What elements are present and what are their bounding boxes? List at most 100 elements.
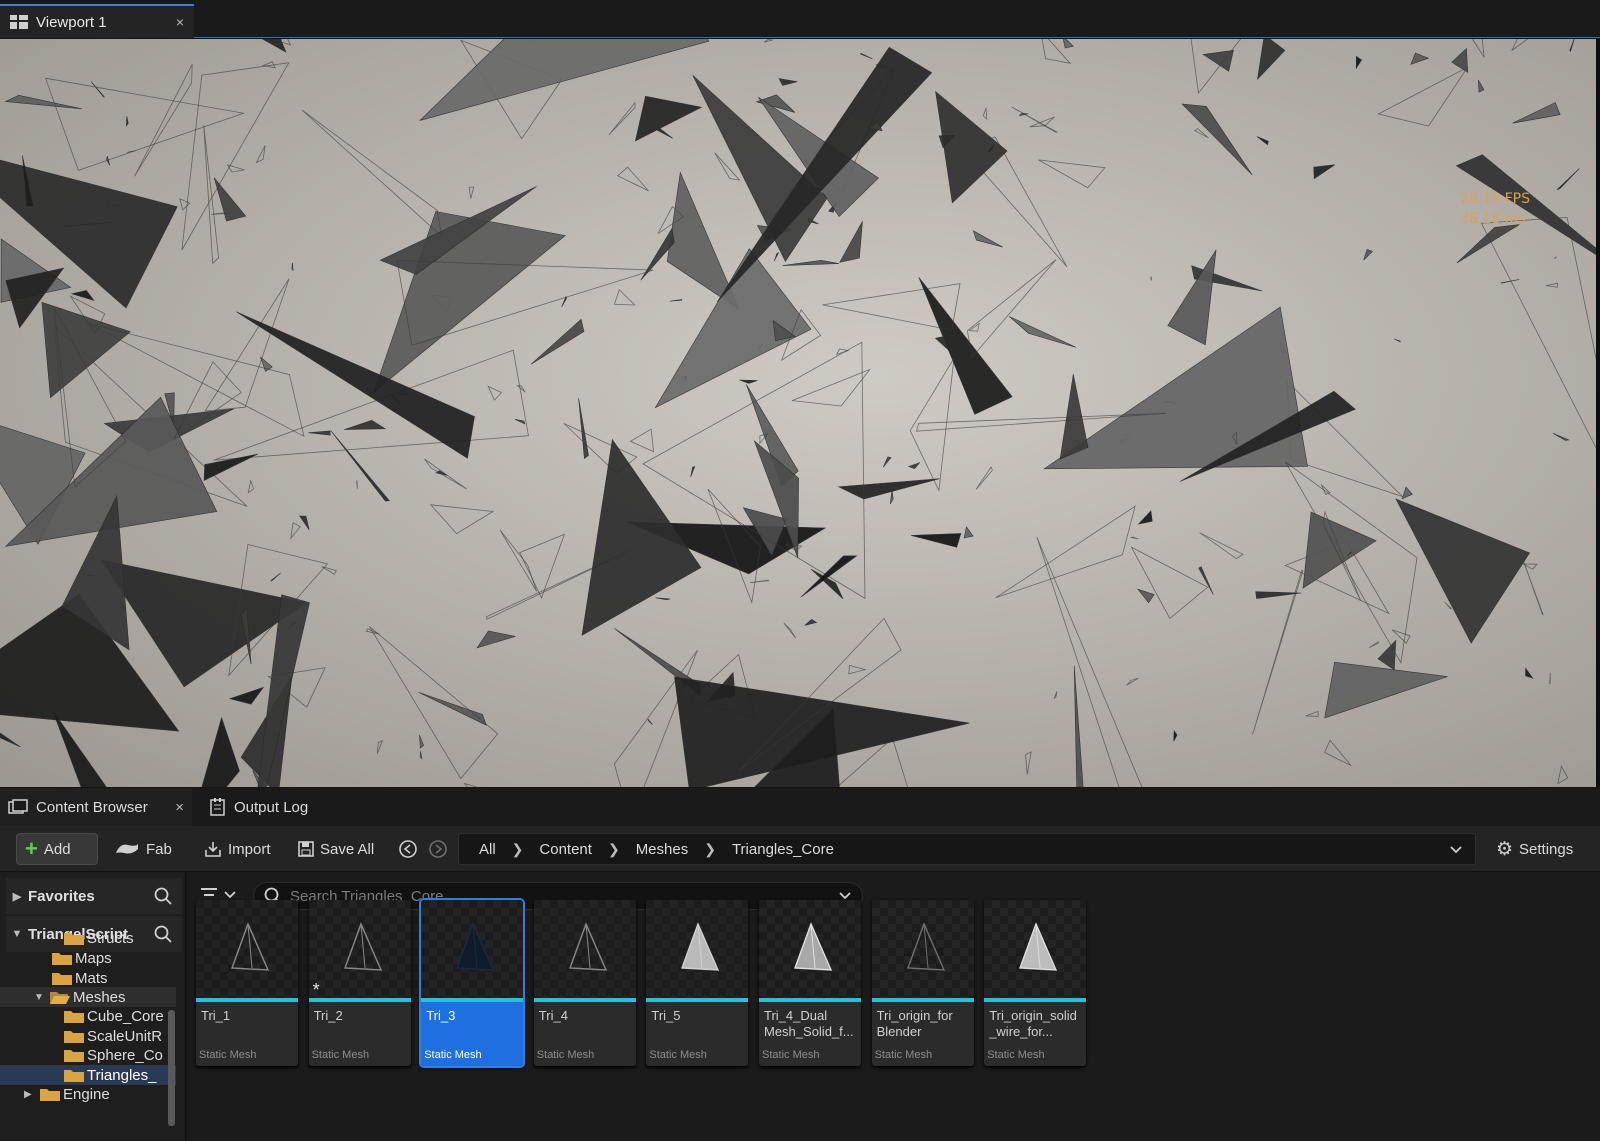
asset-tile[interactable]: Tri_1 Static Mesh: [196, 900, 298, 1066]
import-label: Import: [228, 840, 271, 858]
asset-type: Static Mesh: [649, 1049, 707, 1061]
sidebar-scrollbar[interactable]: [168, 1010, 175, 1126]
import-icon: [205, 842, 221, 857]
folder-icon: [64, 1048, 84, 1062]
tab-output-log[interactable]: Output Log: [202, 788, 332, 826]
tree-item-label: Sphere_Co: [87, 1046, 163, 1064]
chevron-right-icon[interactable]: ▶: [24, 1089, 40, 1100]
asset-type-bar: [646, 998, 749, 1002]
mesh-preview-icon: [231, 922, 270, 971]
tree-item-label: Cube_Core: [87, 1007, 164, 1025]
asset-type-bar: [871, 998, 974, 1002]
tab-content-browser[interactable]: Content Browser ×: [0, 788, 192, 826]
chevron-right-icon[interactable]: ❯: [692, 841, 728, 858]
breadcrumb-content[interactable]: Content: [535, 841, 596, 858]
tree-item-cube-core[interactable]: Cube_Core: [0, 1006, 176, 1026]
asset-tile[interactable]: Tri_origin_solid _wire_for... Static Mes…: [984, 900, 1087, 1066]
folder-icon: [64, 931, 84, 945]
chevron-right-icon[interactable]: ❯: [596, 841, 632, 858]
tree-item-structs[interactable]: Structs: [0, 928, 176, 948]
breadcrumb-meshes[interactable]: Meshes: [632, 841, 693, 858]
asset-name: Tri_5: [651, 1008, 681, 1023]
viewport-icon: [10, 15, 28, 29]
mesh-preview-icon: [568, 922, 607, 971]
folder-open-icon: [50, 990, 70, 1004]
asset-type: Static Mesh: [987, 1049, 1045, 1061]
chevron-right-icon[interactable]: ❯: [500, 841, 536, 858]
import-button[interactable]: Import: [196, 833, 279, 865]
scene-render: [0, 39, 1596, 787]
tree-item-label: Triangles_: [87, 1066, 157, 1084]
folder-icon: [52, 951, 72, 965]
frame-time-readout: 38.18 ms: [1460, 211, 1526, 227]
output-log-icon: [210, 798, 225, 816]
history-forward-button[interactable]: [424, 833, 452, 865]
asset-thumbnail: [533, 900, 636, 998]
asset-type: Static Mesh: [199, 1049, 257, 1061]
asset-type-bar: [421, 998, 524, 1002]
stats-overlay: 26.19 FPS 38.18 ms: [1460, 189, 1530, 229]
folder-icon: [64, 1009, 84, 1023]
content-browser-toolbar: + Add Fab Import Save All All ❯ Content …: [0, 826, 1600, 872]
asset-tile[interactable]: Tri_4 Static Mesh: [533, 900, 636, 1066]
asset-type-bar: [196, 998, 298, 1002]
settings-button[interactable]: ⚙ Settings: [1488, 833, 1581, 865]
mesh-preview-icon: [681, 922, 720, 971]
asset-tile[interactable]: Tri_origin_for Blender Static Mesh: [871, 900, 974, 1066]
asset-thumbnail: [759, 900, 861, 998]
asset-type-bar: [984, 998, 1087, 1002]
asset-type: Static Mesh: [874, 1049, 933, 1061]
tab-output-log-label: Output Log: [234, 798, 309, 816]
tree-item-label: Structs: [87, 929, 134, 947]
close-icon[interactable]: ×: [176, 14, 184, 30]
add-button[interactable]: + Add: [16, 833, 98, 865]
fab-icon: [116, 844, 138, 854]
tree-item-mats[interactable]: Mats: [0, 968, 176, 988]
tree-item-triangles-core[interactable]: Triangles_: [0, 1065, 176, 1085]
breadcrumb-triangles-core[interactable]: Triangles_Core: [728, 841, 838, 858]
asset-tile[interactable]: Tri_4_Dual Mesh_Solid_f... Static Mesh: [759, 900, 861, 1066]
close-icon[interactable]: ×: [175, 799, 184, 816]
asset-tile[interactable]: Tri_3 Static Mesh: [419, 898, 526, 1068]
chevron-down-icon[interactable]: ▼: [34, 992, 50, 1003]
fab-button[interactable]: Fab: [106, 833, 180, 865]
tree-item-maps[interactable]: Maps: [0, 948, 176, 968]
favorites-header[interactable]: ▶ Favorites: [6, 878, 182, 914]
asset-name: Tri_4: [538, 1008, 568, 1023]
save-icon: [298, 841, 314, 857]
tree-item-meshes[interactable]: ▼ Meshes: [0, 987, 176, 1007]
asset-thumbnail: [871, 900, 974, 998]
asset-name: Tri_origin_solid _wire_for...: [989, 1008, 1077, 1039]
tree-item-label: Mats: [75, 969, 108, 987]
asset-type: Static Mesh: [762, 1049, 820, 1061]
asset-name: Tri_2: [313, 1008, 343, 1023]
tree-item-sphere-core[interactable]: Sphere_Co: [0, 1045, 176, 1065]
tree-item-scaleunit[interactable]: ScaleUnitR: [0, 1026, 176, 1046]
viewport-3d[interactable]: 26.19 FPS 38.18 ms: [0, 39, 1596, 787]
search-icon[interactable]: [154, 887, 172, 905]
chevron-right-icon[interactable]: ▶: [6, 890, 28, 903]
asset-thumbnail: [196, 900, 298, 998]
tree-item-label: Meshes: [73, 988, 126, 1006]
tree-item-engine[interactable]: ▶ Engine: [0, 1084, 176, 1104]
tab-viewport-label: Viewport 1: [36, 13, 107, 31]
mesh-preview-icon: [456, 922, 495, 971]
save-all-button[interactable]: Save All: [290, 833, 382, 865]
asset-name: Tri_1: [201, 1008, 231, 1023]
fps-readout: 26.19 FPS: [1460, 191, 1530, 207]
folder-icon: [64, 1029, 84, 1043]
mesh-preview-icon: [343, 922, 382, 971]
asset-name: Tri_origin_for Blender: [876, 1008, 953, 1039]
bottom-dock-tabs: Content Browser × Output Log: [0, 788, 1600, 826]
history-back-button[interactable]: [394, 833, 422, 865]
breadcrumb-all[interactable]: All: [475, 841, 500, 858]
asset-tile[interactable]: * Tri_2 Static Mesh: [308, 900, 411, 1066]
asset-thumbnail: [421, 900, 524, 998]
asset-thumbnail: [308, 900, 411, 998]
tab-viewport-1[interactable]: Viewport 1 ×: [0, 4, 194, 38]
asset-tile[interactable]: Tri_5 Static Mesh: [646, 900, 749, 1066]
modified-indicator: *: [312, 980, 320, 1000]
content-browser-icon: [8, 799, 28, 814]
arrow-back-icon: [399, 840, 417, 858]
chevron-down-icon[interactable]: [1449, 840, 1463, 858]
